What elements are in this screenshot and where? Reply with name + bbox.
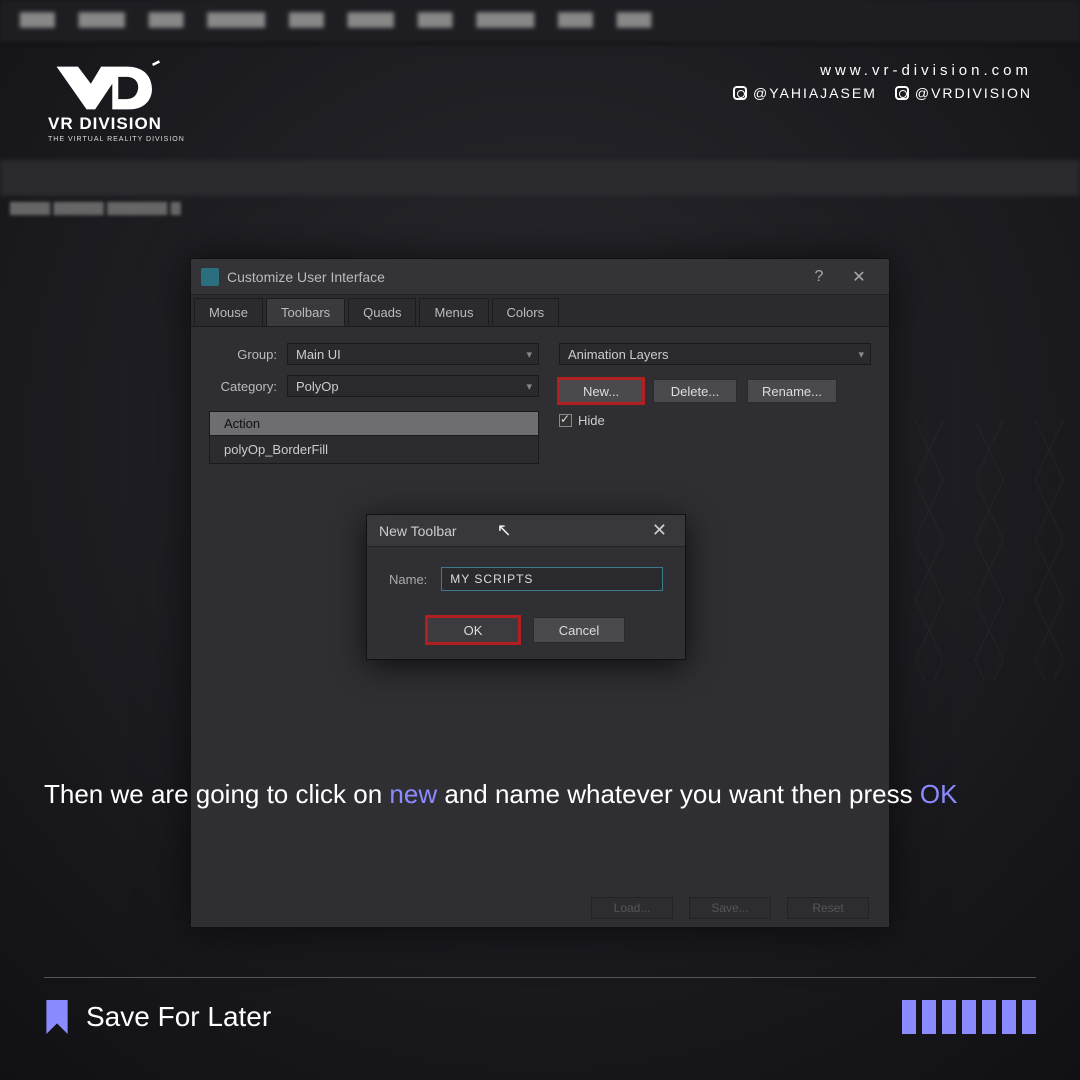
ok-button[interactable]: OK	[427, 617, 519, 643]
dialog-tabs: Mouse Toolbars Quads Menus Colors	[191, 295, 889, 327]
brand-url: www.vr-division.com	[733, 62, 1032, 79]
name-label: Name:	[389, 572, 427, 587]
toolbar-name-input[interactable]	[441, 567, 663, 591]
new-toolbar-dialog: New Toolbar ↖ ✕ Name: OK Cancel	[366, 514, 686, 660]
action-item[interactable]: polyOp_BorderFill	[210, 436, 538, 463]
toolbar-strip	[0, 160, 1080, 196]
hide-label: Hide	[578, 413, 605, 428]
delete-button[interactable]: Delete...	[653, 379, 737, 403]
instagram-handle-2: @VRDIVISION	[895, 85, 1032, 101]
cancel-button[interactable]: Cancel	[533, 617, 625, 643]
footer: Save For Later	[44, 977, 1036, 1034]
footer-text: Save For Later	[86, 1001, 271, 1033]
breadcrumb-strip: ▇▇▇▇ ▇▇▇▇▇ ▇▇▇▇▇▇ ▇	[0, 200, 1080, 222]
load-button[interactable]: Load...	[591, 897, 673, 919]
bookmark-icon	[44, 1000, 70, 1034]
action-header: Action	[210, 412, 538, 436]
tab-quads[interactable]: Quads	[348, 298, 416, 326]
social-handles: www.vr-division.com @YAHIAJASEM @VRDIVIS…	[733, 62, 1032, 101]
instagram-icon	[895, 86, 909, 100]
brand-tagline: THE VIRTUAL REALITY DIVISION	[48, 136, 185, 143]
close-icon[interactable]: ✕	[646, 520, 673, 541]
instagram-icon	[733, 86, 747, 100]
toolbar-select-dropdown[interactable]: Animation Layers	[559, 343, 871, 365]
subdialog-title: New Toolbar	[379, 523, 457, 539]
tab-colors[interactable]: Colors	[492, 298, 560, 326]
tab-mouse[interactable]: Mouse	[194, 298, 263, 326]
instruction-text: Then we are going to click on new and na…	[44, 774, 1020, 814]
group-dropdown[interactable]: Main UI	[287, 343, 539, 365]
subdialog-titlebar: New Toolbar ↖ ✕	[367, 515, 685, 547]
dialog-footer-buttons: Load... Save... Reset	[591, 897, 869, 919]
dialog-title: Customize User Interface	[227, 269, 385, 285]
app-menu-bar: ▇▇▇▇▇▇▇▇▇▇▇▇▇▇▇▇▇▇▇▇▇▇▇▇▇▇▇▇▇▇▇▇▇▇▇▇	[0, 0, 1080, 44]
tab-toolbars[interactable]: Toolbars	[266, 298, 345, 326]
highlight-new: new	[389, 779, 437, 809]
app-icon	[201, 268, 219, 286]
dialog-titlebar: Customize User Interface ? ✕	[191, 259, 889, 295]
cursor-icon: ↖	[497, 520, 512, 541]
help-button[interactable]: ?	[799, 268, 839, 286]
category-label: Category:	[209, 379, 287, 394]
instagram-handle-1: @YAHIAJASEM	[733, 85, 877, 101]
save-button[interactable]: Save...	[689, 897, 771, 919]
rename-button[interactable]: Rename...	[747, 379, 837, 403]
reset-button[interactable]: Reset	[787, 897, 869, 919]
hide-checkbox[interactable]	[559, 414, 572, 427]
close-button[interactable]: ✕	[839, 267, 879, 287]
group-label: Group:	[209, 347, 287, 362]
vr-division-logo: VR DIVISION THE VIRTUAL REALITY DIVISION	[48, 58, 185, 143]
highlight-ok: OK	[920, 779, 958, 809]
action-list[interactable]: Action polyOp_BorderFill	[209, 411, 539, 464]
new-button[interactable]: New...	[559, 379, 643, 403]
tab-menus[interactable]: Menus	[419, 298, 488, 326]
category-dropdown[interactable]: PolyOp	[287, 375, 539, 397]
decorative-stripes	[902, 1000, 1036, 1034]
